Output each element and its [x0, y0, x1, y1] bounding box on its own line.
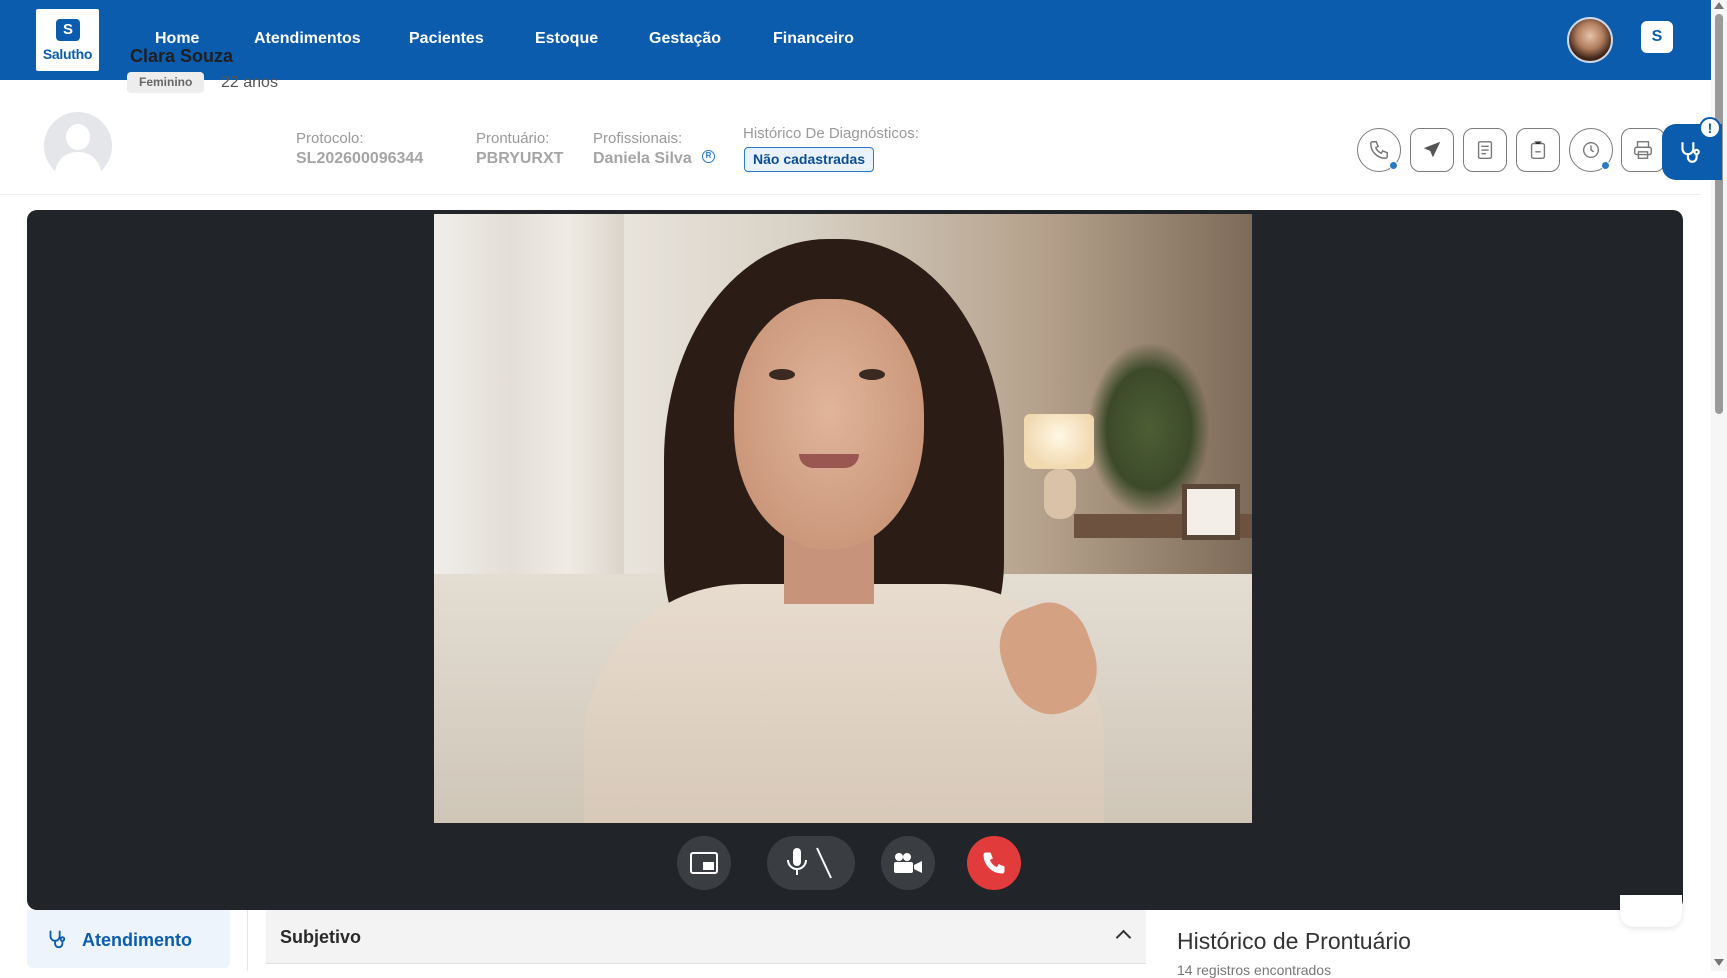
mute-button[interactable] [767, 836, 855, 890]
video-bg-lamp-base [1044, 469, 1076, 519]
camera-button[interactable] [881, 836, 935, 890]
history-action-button[interactable] [1569, 128, 1613, 172]
patient-avatar [44, 112, 112, 180]
tab-atendimento-label: Atendimento [82, 930, 192, 950]
diagnosis-label: Histórico De Diagnósticos: [743, 125, 919, 142]
person-eye-left [769, 369, 795, 380]
nav-pacientes[interactable]: Pacientes [409, 30, 484, 48]
send-action-button[interactable] [1410, 128, 1454, 172]
patient-name: Clara Souza [130, 46, 234, 66]
scrollbar-thumb[interactable] [1715, 14, 1723, 414]
document-icon [1477, 141, 1493, 159]
person-mouth [799, 454, 859, 468]
printer-icon [1634, 141, 1652, 159]
professionals-label: Profissionais: [593, 130, 683, 147]
person-face [734, 299, 924, 549]
remote-video-feed [434, 214, 1252, 823]
logo-mark-icon: S [56, 19, 80, 41]
brand-app-icon[interactable]: S [1641, 21, 1673, 53]
sex-badge: Feminino [127, 72, 205, 93]
nav-estoque[interactable]: Estoque [535, 30, 598, 48]
accordion-title: Subjetivo [280, 927, 362, 947]
floating-panel-edge [1620, 895, 1682, 927]
section-divider [247, 910, 248, 971]
nav-financeiro[interactable]: Financeiro [773, 30, 854, 48]
logo-text: Salutho [42, 46, 93, 62]
scroll-down-icon[interactable] [1714, 959, 1724, 966]
nav-gestacao[interactable]: Gestação [649, 30, 721, 48]
stethoscope-icon [49, 930, 66, 949]
video-bg-lamp [1024, 414, 1094, 469]
video-bg-frame [1182, 484, 1240, 540]
record-label: Prontuário: [476, 130, 550, 147]
registered-icon: R [702, 150, 715, 163]
print-action-button[interactable] [1621, 128, 1665, 172]
salutho-logo[interactable]: S Salutho [36, 9, 99, 71]
status-dot [1601, 161, 1610, 170]
patient-age: 22 anos [221, 74, 278, 91]
document-action-button[interactable] [1463, 128, 1507, 172]
pip-button[interactable] [677, 836, 731, 890]
clipboard-icon [1530, 141, 1546, 159]
hang-up-icon [983, 852, 1005, 874]
protocol-value: SL202600096344 [296, 150, 424, 167]
picture-in-picture-icon [690, 852, 718, 874]
status-dot [1389, 161, 1398, 170]
top-navbar: S Salutho Home Atendimentos Pacientes Es… [0, 0, 1727, 80]
hang-up-button[interactable] [967, 836, 1021, 890]
clipboard-action-button[interactable] [1516, 128, 1560, 172]
tab-atendimento[interactable]: Atendimento [27, 910, 230, 968]
nav-atendimentos[interactable]: Atendimentos [254, 30, 361, 48]
record-value: PBRYURXT [476, 150, 564, 167]
protocol-label: Protocolo: [296, 130, 364, 147]
video-camera-icon [894, 853, 922, 873]
scroll-up-icon[interactable] [1714, 2, 1724, 9]
history-title: Histórico de Prontuário [1177, 928, 1411, 954]
video-call-panel [27, 210, 1683, 910]
avatar-head-shape [66, 124, 90, 150]
diagnosis-badge[interactable]: Não cadastradas [744, 147, 875, 172]
person-eye-right [859, 369, 885, 380]
call-controls [27, 832, 1683, 892]
history-icon [1582, 141, 1600, 159]
history-subtitle: 14 registros encontrados [1177, 962, 1332, 978]
send-icon [1423, 141, 1441, 158]
phone-icon [1370, 141, 1388, 159]
microphone-muted-icon [787, 847, 832, 879]
chevron-up-icon[interactable] [1115, 929, 1132, 946]
professionals-value[interactable]: Daniela Silva [593, 150, 692, 168]
alert-badge: ! [1699, 117, 1721, 139]
call-action-button[interactable] [1357, 128, 1401, 172]
stethoscope-icon [1681, 142, 1700, 163]
user-avatar[interactable] [1567, 17, 1613, 63]
avatar-body-shape [55, 152, 101, 180]
subjetivo-accordion-header[interactable]: Subjetivo [266, 910, 1146, 964]
